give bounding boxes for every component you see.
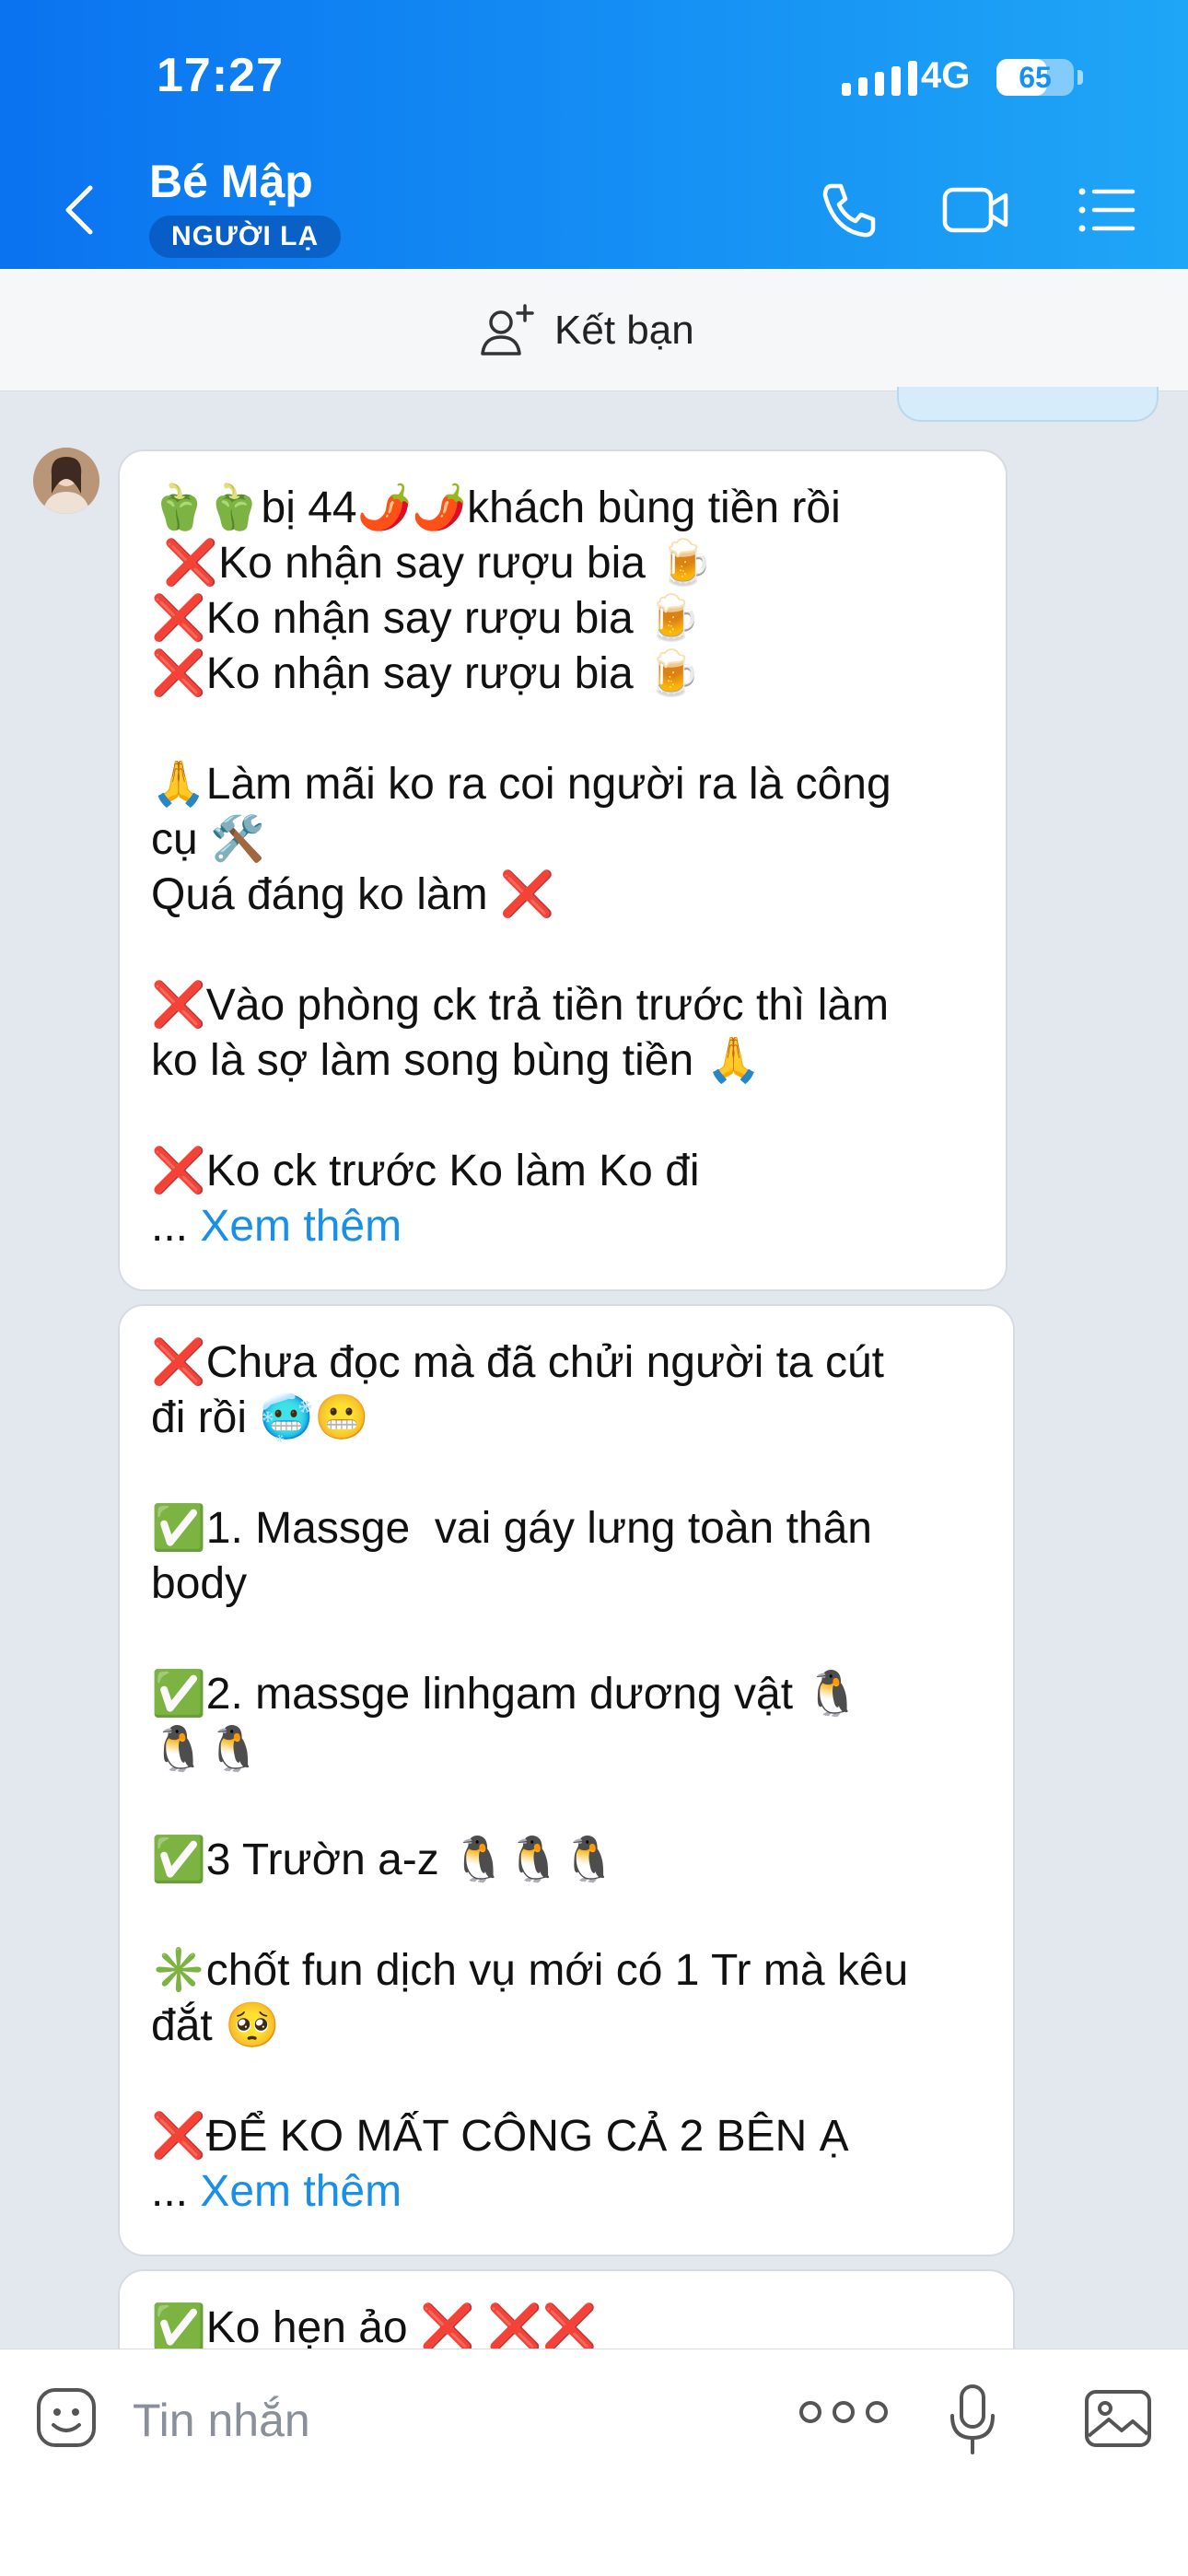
ellipsis: ... (151, 1202, 201, 1251)
phone-icon[interactable] (816, 177, 882, 243)
message-line: ✅Ko hẹn ảo ❌ ❌❌ (151, 2303, 598, 2352)
message-line: ❌Ko nhận say rượu bia 🍺 (151, 649, 701, 698)
add-friend-icon (481, 304, 534, 356)
see-more-row: ... Xem thêm (151, 1199, 974, 1254)
message-bubble[interactable]: 🫑🫑bị 44🌶️🌶️khách bùng tiền rồi ❌Ko nhận … (118, 449, 1007, 1291)
message-line: cụ 🛠️ (151, 815, 265, 864)
add-friend-label: Kết bạn (554, 308, 694, 353)
message-line: body (151, 1559, 248, 1608)
message-composer (0, 2349, 1188, 2576)
message-line: ✳️chốt fun dịch vụ mới có 1 Tr mà kêu (151, 1946, 909, 1995)
ellipsis: ... (151, 2167, 201, 2216)
message-line (151, 1888, 982, 1943)
chat-header: 17:27 4G 65 Bé Mập NGƯỜI LẠ (0, 0, 1188, 269)
battery-icon: 65 (996, 59, 1074, 96)
message-line: 🐧🐧 (151, 1725, 262, 1774)
message-line: ❌Ko ck trước Ko làm Ko đi (151, 1147, 700, 1195)
message-line: đi rồi 🥶😬 (151, 1393, 369, 1442)
message-line: ✅3 Trườn a-z 🐧🐧🐧 (151, 1836, 617, 1884)
message-line: 🙏Làm mãi ko ra coi người ra là công (151, 760, 891, 809)
stranger-badge: NGƯỜI LẠ (149, 216, 342, 258)
status-time: 17:27 (157, 49, 284, 102)
add-friend-bar: Kết bạn (0, 269, 1188, 391)
message-line: ❌Chưa đọc mà đã chửi người ta cút (151, 1338, 884, 1387)
message-line (151, 1089, 974, 1144)
message-line: ❌Vào phòng ck trả tiền trước thì làm (151, 981, 890, 1030)
message-bubble[interactable]: ❌Chưa đọc mà đã chửi người ta cút đi rồi … (118, 1304, 1015, 2256)
back-icon[interactable] (55, 181, 107, 239)
video-call-icon[interactable] (939, 177, 1013, 243)
message-line: ❌Ko nhận say rượu bia 🍺 (151, 594, 701, 643)
list-menu-icon[interactable] (1074, 177, 1140, 243)
contact-name[interactable]: Bé Mập (149, 155, 313, 208)
previous-message-bubble (897, 387, 1159, 422)
message-line: 🫑🫑bị 44🌶️🌶️khách bùng tiền rồi (151, 484, 841, 532)
see-more-link[interactable]: Xem thêm (200, 1202, 402, 1251)
message-line (151, 1446, 982, 1501)
message-line: ❌Ko nhận say rượu bia 🍺 (151, 539, 714, 588)
message-line: đắt 🥺 (151, 2001, 280, 2050)
microphone-icon[interactable] (945, 2381, 1000, 2458)
message-line: ko là sợ làm song bùng tiền 🙏 (151, 1036, 762, 1085)
message-line: ❌ĐỂ KO MẤT CÔNG CẢ 2 BÊN Ạ (151, 2112, 849, 2161)
message-line (151, 2054, 982, 2109)
network-type: 4G (921, 55, 971, 96)
image-icon[interactable] (1083, 2384, 1153, 2451)
more-options-icon[interactable] (799, 2401, 888, 2423)
battery-cap (1077, 70, 1083, 85)
message-input[interactable] (131, 2381, 779, 2460)
message-line (151, 923, 974, 978)
message-line (151, 1612, 982, 1667)
add-friend-button[interactable]: Kết bạn (479, 302, 694, 359)
signal-icon (842, 61, 917, 96)
contact-avatar[interactable] (33, 448, 99, 514)
message-line: ✅1. Massge vai gáy lưng toàn thân (151, 1504, 872, 1553)
battery-level: 65 (1019, 61, 1052, 94)
message-line: Quá đáng ko làm ❌ (151, 870, 555, 919)
message-line (151, 1778, 982, 1833)
message-line: ✅2. massge linhgam dương vật 🐧 (151, 1670, 861, 1719)
sticker-icon[interactable] (33, 2384, 99, 2451)
message-line (151, 702, 974, 757)
see-more-link[interactable]: Xem thêm (200, 2167, 402, 2216)
see-more-row: ... Xem thêm (151, 2164, 982, 2220)
